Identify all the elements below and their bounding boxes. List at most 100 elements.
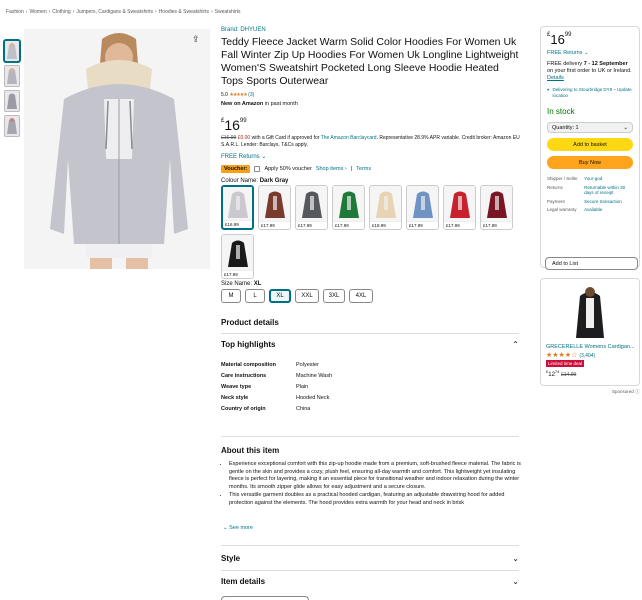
voucher-text: Apply 50% voucher	[264, 166, 312, 172]
ad-title-link[interactable]: GRECERELLE Womens Cardigan...	[546, 344, 634, 350]
delivery-details-link[interactable]: Details	[547, 75, 564, 81]
thumbnail-1[interactable]	[4, 40, 20, 62]
size-option[interactable]: 3XL	[323, 289, 345, 303]
thumbnail-strip	[4, 40, 20, 140]
colour-swatch[interactable]: £17.99	[295, 185, 328, 230]
rating-stars-icon[interactable]: ★★★★★	[229, 92, 247, 98]
rating-row[interactable]: 5.0 ★★★★★ (3)	[221, 92, 254, 98]
swatch-price: £17.99	[407, 221, 438, 229]
free-returns-link[interactable]: FREE Returns ⌄	[221, 153, 266, 160]
colour-swatch[interactable]: £17.99	[480, 185, 513, 230]
thumbnail-4[interactable]	[4, 115, 20, 137]
buybox-price: £1699	[547, 32, 572, 47]
colour-swatch[interactable]: £17.99	[258, 185, 291, 230]
colour-swatch[interactable]: £16.99	[221, 185, 254, 230]
location-pin-icon: ⌖	[547, 87, 550, 92]
colour-swatch[interactable]: £17.99	[221, 234, 254, 279]
rating-value: 5.0	[221, 92, 228, 98]
location-link[interactable]: ⌖ Delivering to Stourbridge DY8 – Update …	[547, 87, 633, 99]
swatch-price: £17.99	[481, 221, 512, 229]
swatch-image	[223, 187, 252, 220]
info-value[interactable]: Secure transaction	[584, 199, 633, 205]
buy-box: £1699 FREE Returns ⌄ FREE delivery 7 - 1…	[540, 26, 640, 268]
item-details-accordion[interactable]: Item details ⌄	[221, 577, 519, 586]
divider	[221, 570, 519, 571]
limited-deal-badge: Limited time deal	[546, 360, 585, 367]
product-title: Teddy Fleece Jacket Warm Solid Color Hoo…	[221, 36, 519, 87]
ad-stars-icon: ★★★★☆	[546, 352, 578, 359]
info-value[interactable]: Available	[584, 207, 633, 213]
breadcrumb-item[interactable]: Women	[29, 9, 46, 15]
add-to-list-button[interactable]: Add to List	[545, 257, 638, 270]
voucher-shop-link[interactable]: Shop items ›	[316, 166, 347, 172]
buybox-info-table: Shipper / Seller Your-god Returns Returnabl…	[547, 176, 633, 213]
spec-value: Hooded Neck	[296, 395, 330, 401]
spec-row: Care instructions Machine Wash	[221, 373, 519, 380]
sponsored-ad[interactable]: GRECERELLE Womens Cardigan... ★★★★☆ (3,4…	[540, 278, 640, 386]
brand-link[interactable]: Brand: DHYUEN	[221, 27, 266, 33]
colour-swatch[interactable]: £17.99	[406, 185, 439, 230]
share-icon[interactable]: ⇪	[192, 34, 200, 45]
spec-key: Care instructions	[221, 373, 267, 379]
breadcrumb-item[interactable]: Sweatshirts	[215, 9, 241, 15]
swatch-price: £17.99	[444, 221, 475, 229]
chevron-down-icon: ⌄	[623, 124, 628, 131]
size-option[interactable]: M	[221, 289, 241, 303]
breadcrumb-item[interactable]: Hoodies & Sweatshirts	[159, 9, 209, 15]
divider	[221, 333, 519, 334]
buybox-info-row: Shipper / Seller Your-god	[547, 176, 633, 182]
quantity-select[interactable]: Quantity: 1 ⌄	[547, 122, 633, 133]
breadcrumb-item[interactable]: Fashion	[6, 9, 24, 15]
info-value[interactable]: Returnable within 30 days of receipt	[584, 185, 633, 196]
list-item: This versatile garment doubles as a prac…	[229, 492, 521, 507]
new-on-amazon-text: New on Amazon in past month	[221, 101, 298, 107]
style-accordion[interactable]: Style ⌄	[221, 554, 519, 563]
info-value[interactable]: Your-god	[584, 176, 633, 182]
colour-swatch[interactable]: £18.99	[369, 185, 402, 230]
size-option[interactable]: L	[245, 289, 265, 303]
size-name-label: Size Name: XL	[221, 281, 262, 287]
breadcrumb-separator: ›	[211, 9, 213, 15]
spec-value: Machine Wash	[296, 373, 333, 379]
chevron-down-icon: ⌄	[261, 154, 267, 160]
ad-rating[interactable]: ★★★★☆ (3,404)	[546, 351, 634, 359]
spec-row: Country of origin China	[221, 406, 519, 413]
spec-row: Neck style Hooded Neck	[221, 395, 519, 402]
swatch-image	[259, 186, 290, 221]
swatch-price: £16.99	[223, 220, 252, 228]
size-option[interactable]: XXL	[295, 289, 319, 303]
breadcrumb-separator: ›	[155, 9, 157, 15]
barclaycard-link[interactable]: The Amazon Barclaycard	[321, 135, 377, 141]
ad-product-image[interactable]	[560, 283, 620, 341]
partial-button[interactable]	[221, 596, 309, 600]
top-highlights-toggle[interactable]: Top highlights ⌃	[221, 340, 519, 349]
buybox-info-row: Payment Secure transaction	[547, 199, 633, 205]
thumbnail-3[interactable]	[4, 90, 20, 112]
colour-swatch[interactable]: £17.99	[332, 185, 365, 230]
product-price: £1699	[221, 117, 247, 133]
thumbnail-2[interactable]	[4, 65, 20, 87]
voucher-checkbox[interactable]	[254, 166, 261, 172]
voucher-badge: Voucher:	[221, 165, 251, 173]
voucher-row: Voucher: Apply 50% voucher Shop items › …	[221, 165, 371, 173]
buybox-free-returns-link[interactable]: FREE Returns ⌄	[547, 50, 633, 56]
size-option[interactable]: XL	[269, 289, 291, 303]
divider	[221, 545, 519, 546]
rating-count-link[interactable]: (3)	[248, 92, 254, 98]
see-more-link[interactable]: ⌄ See more	[223, 525, 253, 531]
size-option[interactable]: 4XL	[349, 289, 373, 303]
product-details-heading: Product details	[221, 318, 279, 327]
voucher-terms-link[interactable]: Terms	[356, 166, 371, 172]
swatch-price: £17.99	[333, 221, 364, 229]
add-to-basket-button[interactable]: Add to basket	[547, 138, 633, 151]
spec-row: Material composition Polyester	[221, 362, 519, 369]
colour-swatch[interactable]: £17.99	[443, 185, 476, 230]
size-options: M L XL XXL 3XL 4XL	[221, 289, 373, 303]
breadcrumb-item[interactable]: Clothing	[52, 9, 70, 15]
sponsored-label[interactable]: Sponsored ⓘ	[612, 389, 640, 395]
breadcrumb-item[interactable]: Jumpers, Cardigans & Sweatshirts	[76, 9, 153, 15]
main-product-image[interactable]	[24, 29, 210, 269]
swatch-image	[444, 186, 475, 221]
buy-now-button[interactable]: Buy Now	[547, 156, 633, 169]
swatch-price: £17.99	[296, 221, 327, 229]
